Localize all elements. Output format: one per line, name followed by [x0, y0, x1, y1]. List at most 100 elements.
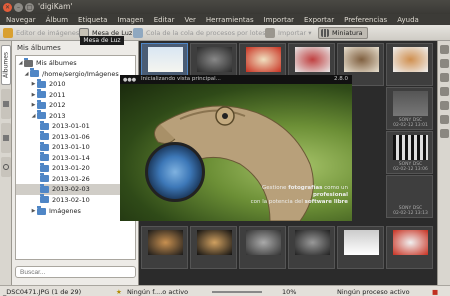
thumbnail[interactable]: [337, 226, 384, 269]
menu-importar[interactable]: Importar: [264, 16, 294, 24]
tree-year-2013[interactable]: ◢ 2013: [30, 110, 66, 122]
window-titlebar: ✕ – □ 'digiKam': [0, 0, 450, 14]
thumbnail[interactable]: SONY DSC 02-02-12 13:01: [386, 87, 433, 130]
thumbnail[interactable]: SONY DSC 02-02-12 13:13: [386, 175, 433, 218]
menu-etiqueta[interactable]: Etiqueta: [78, 16, 107, 24]
collapse-arrow-icon[interactable]: ▶: [30, 81, 37, 87]
tree-day-label: 2013-01-26: [52, 174, 90, 183]
folder-icon: [40, 173, 49, 183]
album-search-input[interactable]: [15, 266, 136, 278]
expand-arrow-icon[interactable]: ◢: [17, 60, 24, 66]
expand-arrow-icon[interactable]: ◢: [23, 71, 30, 77]
tree-day[interactable]: 2013-01-06: [40, 131, 90, 143]
menu-ver[interactable]: Ver: [184, 16, 195, 24]
filter-status[interactable]: Ningún f....o activo: [127, 288, 188, 296]
close-icon[interactable]: ✕: [3, 3, 12, 12]
tree-day-selected[interactable]: 2013-02-03: [16, 183, 135, 195]
albums-panel-header: Mis álbumes: [17, 44, 61, 52]
tagline-part: como un: [322, 185, 348, 191]
tab-dates[interactable]: [1, 123, 11, 153]
tree-day-label: 2013-02-10: [52, 195, 90, 204]
menu-album[interactable]: Álbum: [46, 16, 68, 24]
tree-day-label: 2013-01-06: [52, 132, 90, 141]
thumbnail-image: [246, 230, 281, 255]
tagline-part: con la potencia del: [250, 199, 305, 205]
menu-preferencias[interactable]: Preferencias: [344, 16, 387, 24]
colors-icon[interactable]: [440, 73, 449, 82]
tree-root[interactable]: ◢ Mis álbumes: [17, 57, 77, 69]
tree-year-2012[interactable]: ▶ 2012: [30, 99, 66, 111]
collapse-arrow-icon[interactable]: ▶: [30, 208, 37, 214]
thumbnail-date: 02-02-12 13:06: [393, 167, 428, 172]
tag-icon: [3, 101, 9, 107]
thumbnail[interactable]: [141, 226, 188, 269]
tooltip: Mesa de Luz: [80, 36, 124, 45]
brush-icon: [3, 28, 13, 38]
left-sidebar-tabs: Álbumes: [0, 41, 12, 285]
thumbnail[interactable]: [239, 226, 286, 269]
tree-year-2010[interactable]: ▶ 2010: [30, 78, 66, 90]
folder-icon: [40, 162, 49, 172]
tab-albums[interactable]: Álbumes: [1, 45, 11, 85]
menu-ayuda[interactable]: Ayuda: [397, 16, 419, 24]
thumbnail-image: [393, 135, 428, 160]
splash-version: 2.8.0: [334, 76, 348, 82]
zoom-level: 10%: [282, 288, 297, 296]
tree-year-label: 2012: [49, 101, 66, 110]
stop-icon[interactable]: ■: [432, 288, 438, 296]
star-icon[interactable]: ★: [116, 288, 122, 296]
collapse-arrow-icon[interactable]: ▶: [30, 102, 37, 108]
image-editor-button[interactable]: Editor de imágenes: [3, 27, 79, 39]
thumbnail[interactable]: SONY DSC 02-02-12 13:06: [386, 131, 433, 174]
menubar: Navegar Álbum Etiqueta Imagen Editar Ver…: [0, 14, 450, 25]
captions-icon[interactable]: [440, 101, 449, 110]
tree-day[interactable]: 2013-01-01: [40, 120, 90, 132]
folder-icon: [37, 110, 46, 120]
menu-editar[interactable]: Editar: [154, 16, 175, 24]
geolocation-icon[interactable]: [440, 87, 449, 96]
tree-day[interactable]: 2013-01-26: [40, 173, 90, 185]
tree-path[interactable]: ◢ /home/sergio/Imágenes: [23, 68, 119, 80]
thumbnail-view-button[interactable]: Miniatura: [318, 27, 368, 39]
thumbnail[interactable]: [288, 226, 335, 269]
tree-day[interactable]: 2013-01-14: [40, 152, 90, 164]
metadata-icon[interactable]: [440, 59, 449, 68]
expand-arrow-icon[interactable]: ◢: [30, 113, 37, 119]
tree-images[interactable]: ▶ Imágenes: [30, 205, 81, 217]
thumbnail[interactable]: [386, 43, 433, 86]
collapse-arrow-icon[interactable]: ▶: [30, 92, 37, 98]
batch-queue-button[interactable]: Cola de la cola de procesos por lotes: [133, 27, 266, 39]
thumbnail[interactable]: [386, 226, 433, 269]
zoom-slider[interactable]: [212, 291, 262, 293]
tree-day[interactable]: 2013-01-10: [40, 141, 90, 153]
tree-root-label: Mis álbumes: [36, 59, 77, 68]
thumbnail-date: 02-02-12 13:13: [393, 211, 428, 216]
filters-icon[interactable]: [440, 129, 449, 138]
import-button[interactable]: Importar ▾: [265, 27, 312, 39]
menu-imagen[interactable]: Imagen: [117, 16, 143, 24]
menu-herramientas[interactable]: Herramientas: [206, 16, 254, 24]
tree-day[interactable]: 2013-02-10: [40, 194, 90, 206]
minimize-icon[interactable]: –: [14, 3, 23, 12]
folder-icon: [40, 194, 49, 204]
versions-icon[interactable]: [440, 115, 449, 124]
thumbnail-image: [344, 230, 379, 255]
tree-images-label: Imágenes: [49, 207, 81, 216]
tree-day[interactable]: 2013-01-20: [40, 162, 90, 174]
tab-search[interactable]: [1, 157, 11, 177]
search-icon: [3, 164, 9, 170]
tab-labels[interactable]: [1, 89, 11, 119]
properties-icon[interactable]: [440, 45, 449, 54]
maximize-icon[interactable]: □: [25, 3, 34, 12]
menu-navegar[interactable]: Navegar: [6, 16, 36, 24]
folder-icon: [37, 205, 46, 215]
menu-exportar[interactable]: Exportar: [304, 16, 334, 24]
tree-day-label: 2013-01-10: [52, 143, 90, 152]
tree-year-2011[interactable]: ▶ 2011: [30, 89, 66, 101]
loading-dots-icon: ●●●: [123, 77, 137, 83]
right-sidebar-tabs: [437, 41, 450, 285]
tree-day-label: 2013-01-20: [52, 164, 90, 173]
thumbnail[interactable]: [190, 226, 237, 269]
folder-icon: [37, 89, 46, 99]
aperture-logo: [145, 142, 205, 202]
